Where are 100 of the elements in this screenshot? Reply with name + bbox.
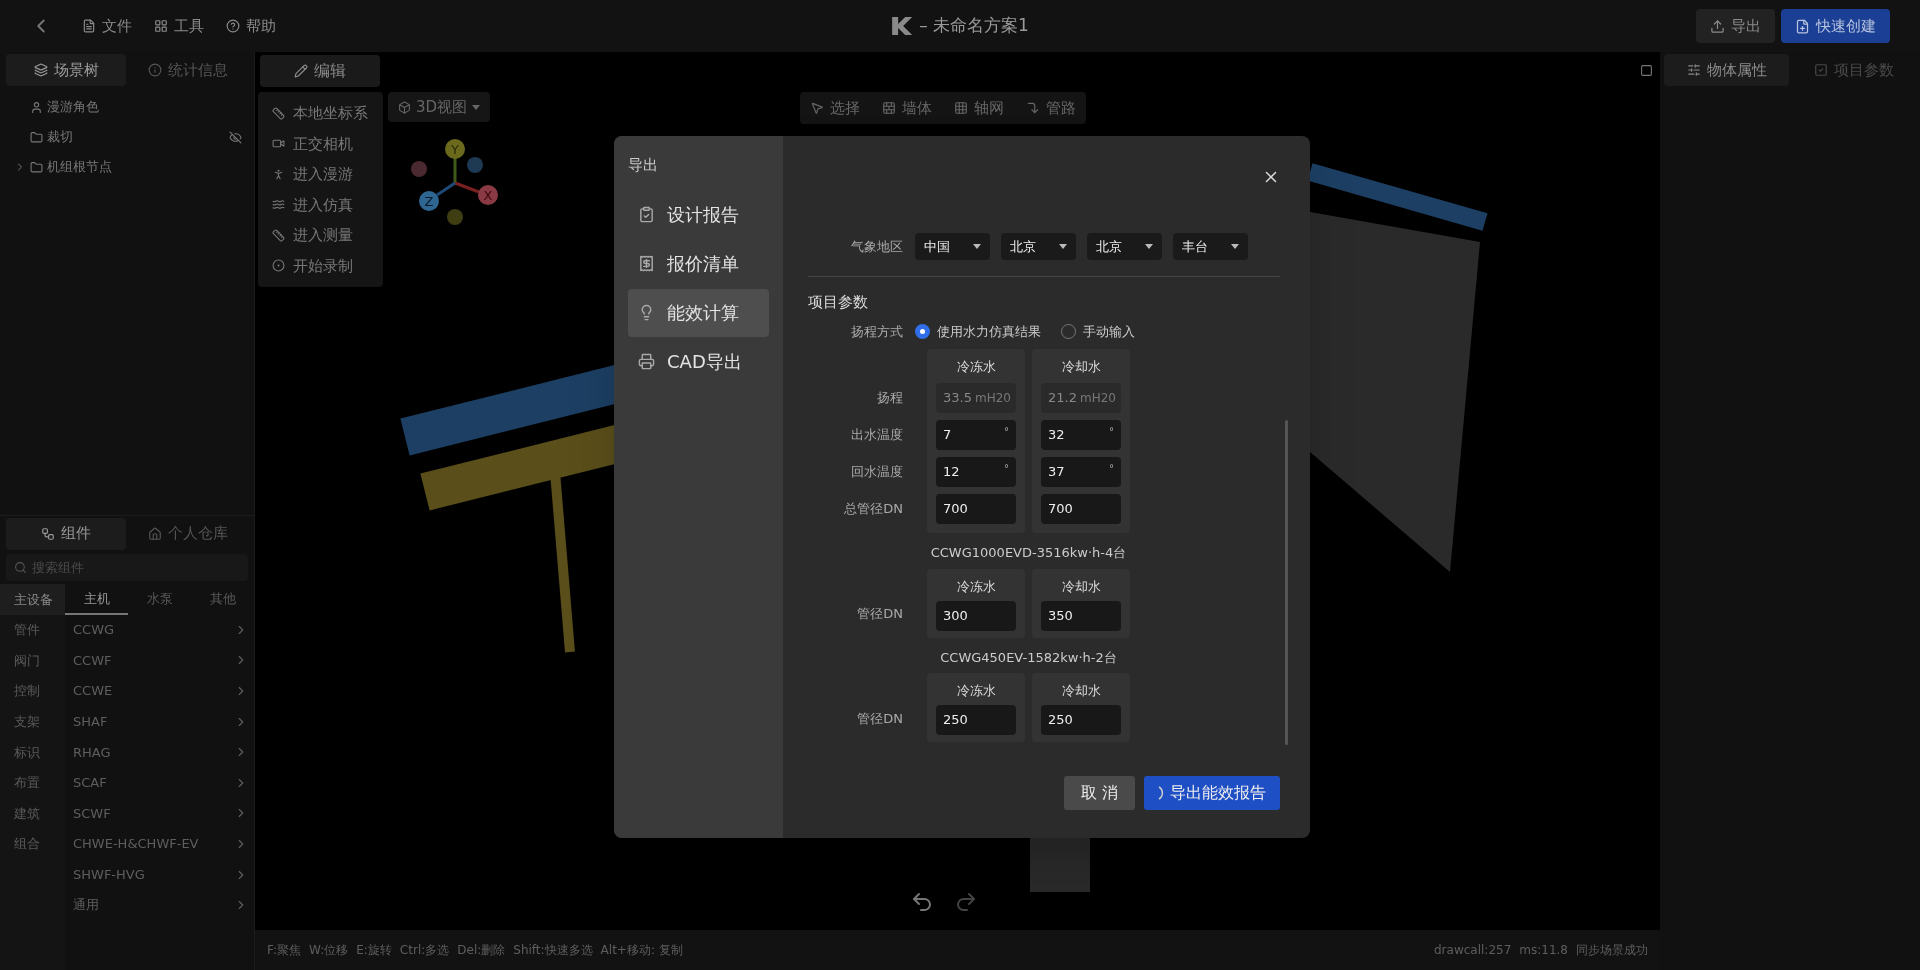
field-label: 扬程方式 [850, 322, 904, 341]
dialog-nav-item[interactable]: 报价清单 [628, 239, 769, 288]
category-item[interactable]: 管件 [0, 614, 65, 646]
component-item[interactable]: 通用 [65, 889, 254, 921]
field-value: 700 [943, 499, 968, 518]
category-item[interactable]: 主设备 [0, 584, 65, 615]
toolbar-button[interactable]: 管路 [1026, 96, 1076, 120]
axis-dot-icon[interactable] [411, 161, 427, 177]
subtab[interactable]: 其他 [191, 584, 254, 615]
redo-icon[interactable] [954, 890, 978, 914]
axis-dot-icon[interactable] [467, 157, 483, 173]
region-select[interactable]: 北京 [1087, 233, 1162, 260]
component-item[interactable]: SCAF [65, 767, 254, 799]
number-field[interactable]: 7 ° [936, 419, 1016, 450]
category-item[interactable]: 控制 [0, 675, 65, 707]
panel-tab[interactable]: 组件 [6, 517, 126, 550]
column-header: 冷却水 [1060, 682, 1102, 700]
tree-item[interactable]: 裁切 [0, 122, 254, 152]
component-item[interactable]: SCWF [65, 798, 254, 829]
panel-tab[interactable]: 物体属性 [1664, 54, 1789, 86]
axis-dot-icon[interactable] [447, 209, 463, 225]
field-value: 7 [943, 425, 952, 444]
number-field[interactable]: 700 [1041, 493, 1121, 524]
shortcut-hint: F:聚焦 [267, 942, 301, 959]
view-dropdown[interactable]: 3D视图 [388, 92, 491, 122]
region-select[interactable]: 丰台 [1173, 233, 1248, 260]
component-item[interactable]: CCWF [65, 645, 254, 676]
toolbar-button[interactable]: 轴网 [954, 96, 1004, 120]
number-field[interactable]: 12 ° [936, 456, 1016, 487]
field-label: 管径DN [857, 709, 903, 728]
subtab[interactable]: 水泵 [128, 584, 191, 615]
export-report-button[interactable]: 导出能效报告 [1144, 776, 1280, 810]
toolbar-button[interactable]: 墙体 [882, 96, 932, 120]
axis-handle[interactable]: X [454, 181, 498, 205]
axis-handle[interactable]: Y [445, 139, 465, 183]
square-icon[interactable] [1640, 64, 1653, 77]
tree-item[interactable]: 漫游角色 [0, 92, 254, 122]
dialog-nav-item[interactable]: CAD导出 [628, 337, 769, 386]
number-field[interactable]: 300 [936, 600, 1016, 631]
dialog-nav-item[interactable]: 能效计算 [628, 288, 769, 337]
cancel-button[interactable]: 取 消 [1063, 776, 1135, 810]
axis-handle[interactable]: Z [419, 181, 456, 211]
scrollbar-icon[interactable] [1285, 420, 1288, 745]
dialog-nav-item[interactable]: 设计报告 [628, 190, 769, 239]
region-select[interactable]: 中国 [915, 233, 990, 260]
edit-menu-item[interactable]: 进入漫游 [258, 159, 383, 190]
info-icon [148, 63, 162, 77]
category-item[interactable]: 阀门 [0, 645, 65, 676]
component-item[interactable]: CCWE [65, 675, 254, 707]
pencil-icon [294, 64, 308, 78]
dialog-title: 导出 [628, 155, 659, 176]
hidden-icon[interactable] [229, 130, 242, 144]
column-header: 冷却水 [1060, 358, 1102, 376]
document-icon [82, 19, 96, 33]
menu-item[interactable]: 工具 [154, 14, 204, 38]
help-icon [226, 19, 240, 33]
edit-menu-item[interactable]: 进入测量 [258, 220, 383, 251]
subtab[interactable]: 主机 [65, 584, 128, 615]
edit-menu-item[interactable]: 进入仿真 [258, 189, 383, 220]
menu-item[interactable]: 帮助 [226, 14, 276, 38]
field-label: 出水温度 [851, 425, 903, 444]
export-button[interactable]: 导出 [1696, 9, 1775, 43]
field-value: 700 [1048, 499, 1073, 518]
component-item[interactable]: CCWG [65, 614, 254, 646]
number-field[interactable]: 37 ° [1041, 456, 1121, 487]
panel-tab[interactable]: 个人仓库 [128, 517, 248, 550]
panel-tab[interactable]: 场景树 [6, 54, 126, 86]
undo-icon[interactable] [910, 890, 934, 914]
tree-item[interactable]: 机组根节点 [0, 152, 254, 182]
field-label: 管径DN [857, 605, 903, 623]
field-value: 350 [1048, 606, 1073, 625]
edit-menu-item[interactable]: 正交相机 [258, 128, 383, 159]
radio-option[interactable]: 使用水力仿真结果 [915, 321, 1041, 341]
component-item[interactable]: CHWE-H&CHWF-EV [65, 828, 254, 860]
unit-label: mH20 [1079, 389, 1116, 407]
edit-menu-item[interactable]: 本地坐标系 [258, 98, 383, 129]
number-field[interactable]: 32 ° [1041, 419, 1121, 450]
component-item[interactable]: SHAF [65, 706, 254, 737]
number-field[interactable]: 350 [1041, 600, 1121, 631]
component-label: RHAG [73, 743, 111, 762]
quick-create-button[interactable]: 快速创建 [1781, 9, 1890, 43]
toolbar-button[interactable]: 选择 [810, 96, 860, 120]
number-field[interactable]: 250 [936, 705, 1016, 735]
edit-menu-item[interactable]: 开始录制 [258, 250, 383, 281]
layers-icon [33, 63, 48, 77]
number-field[interactable]: 700 [936, 493, 1016, 524]
radio-option[interactable]: 手动输入 [1061, 321, 1135, 341]
region-select[interactable]: 北京 [1001, 233, 1076, 260]
category-item[interactable]: 组合 [0, 828, 65, 860]
component-item[interactable]: SHWF-HVG [65, 859, 254, 890]
category-item[interactable]: 建筑 [0, 798, 65, 829]
number-field[interactable]: 250 [1041, 705, 1121, 735]
shortcut-hint: Shift:快速多选 [513, 942, 593, 959]
component-item[interactable]: RHAG [65, 736, 254, 768]
category-item[interactable]: 布置 [0, 767, 65, 799]
category-item[interactable]: 支架 [0, 706, 65, 737]
edit-tab[interactable]: 编辑 [260, 55, 380, 87]
panel-tab[interactable]: 统计信息 [128, 54, 248, 86]
menu-item[interactable]: 文件 [82, 14, 132, 38]
category-item[interactable]: 标识 [0, 736, 65, 768]
